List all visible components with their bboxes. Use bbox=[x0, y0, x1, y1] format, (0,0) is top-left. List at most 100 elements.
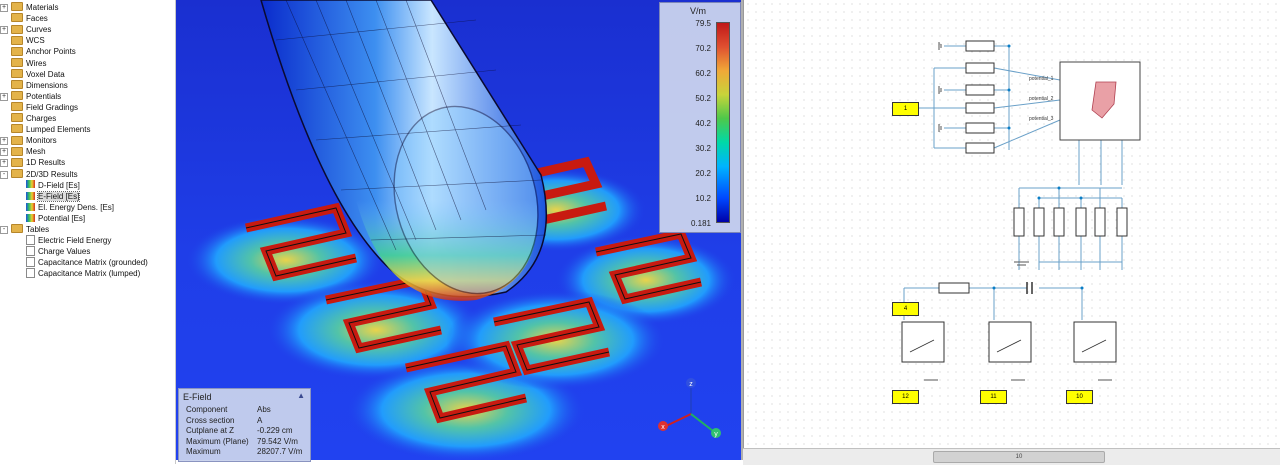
folder-icon bbox=[11, 35, 23, 45]
legend-tick-label: 40.2 bbox=[695, 119, 711, 128]
folder-icon bbox=[11, 135, 23, 145]
result-icon bbox=[26, 213, 35, 222]
schematic-canvas[interactable]: 1 4 12 11 10 potential_1 potential_2 pot… bbox=[743, 0, 1280, 452]
tree-item-label: 2D/3D Results bbox=[26, 169, 78, 179]
tree-item-label: Field Gradings bbox=[26, 102, 79, 112]
tree-item-label: Voxel Data bbox=[26, 69, 65, 79]
color-legend: V/m 79.5 70.2 60.2 50.2 40.2 30.2 20.2 10.2 0.18… bbox=[659, 2, 741, 233]
info-key: Maximum bbox=[186, 447, 221, 456]
port-label: potential_1 bbox=[1029, 76, 1054, 82]
info-value: Abs bbox=[257, 405, 271, 414]
legend-tick-label: 10.2 bbox=[695, 194, 711, 203]
tree-item-label: Wires bbox=[26, 58, 47, 68]
tree-item-label: Potentials bbox=[26, 91, 62, 101]
result-icon bbox=[26, 180, 35, 189]
result-icon bbox=[26, 202, 35, 211]
info-key: Maximum (Plane) bbox=[186, 436, 249, 446]
folder-icon bbox=[11, 13, 23, 23]
folder-icon bbox=[11, 102, 23, 112]
result-icon bbox=[26, 191, 35, 200]
table-icon bbox=[26, 234, 35, 245]
field-info-panel: E-Field ▲ Component Abs Cross section A Cutp… bbox=[178, 388, 311, 462]
tree-item-label: Charge Values bbox=[38, 247, 91, 257]
folder-icon bbox=[11, 146, 23, 156]
legend-tick-label: 79.5 bbox=[695, 19, 711, 28]
x-axis-label: x bbox=[661, 424, 665, 431]
schematic-block-label[interactable]: 4 bbox=[892, 302, 919, 316]
color-scale-bar bbox=[716, 22, 730, 223]
horizontal-scrollbar[interactable]: 10 bbox=[743, 448, 1280, 465]
tree-item-label: Capacitance Matrix (lumped) bbox=[38, 269, 141, 279]
folder-icon bbox=[11, 91, 23, 101]
folder-icon bbox=[11, 80, 23, 90]
expander-icon[interactable]: - bbox=[0, 170, 8, 179]
circuit-diagram bbox=[901, 40, 1141, 381]
tree-item-label: E-Field [Es] bbox=[36, 190, 81, 202]
port-label: potential_2 bbox=[1029, 96, 1054, 102]
expander-icon[interactable]: - bbox=[0, 226, 8, 234]
tree-item-label: Curves bbox=[26, 25, 52, 35]
tree-item-label: Faces bbox=[26, 14, 48, 24]
expander-icon[interactable]: + bbox=[0, 92, 8, 101]
info-key: Component bbox=[186, 405, 228, 414]
schematic-block-label[interactable]: 1 bbox=[892, 102, 919, 116]
axes-gizmo[interactable]: z x y bbox=[656, 376, 726, 438]
tree-item-label: Dimensions bbox=[26, 80, 68, 90]
expander-icon[interactable]: + bbox=[0, 137, 8, 146]
info-key: Cross section bbox=[186, 415, 235, 425]
tree-item-label: WCS bbox=[26, 36, 45, 46]
navigation-tree: + Materials Faces + Curves WCS Anchor Points Wi… bbox=[0, 0, 176, 464]
info-key: Cutplane at Z bbox=[186, 426, 235, 435]
legend-tick-label: 0.181 bbox=[690, 219, 711, 228]
folder-icon bbox=[11, 68, 23, 78]
table-icon bbox=[26, 246, 35, 257]
tree-item-label: D-Field [Es] bbox=[38, 180, 80, 190]
info-value: A bbox=[257, 415, 263, 425]
schematic-block-label[interactable]: 11 bbox=[980, 390, 1007, 404]
info-title: E-Field bbox=[183, 392, 212, 402]
tree-item-label: Tables bbox=[26, 225, 50, 234]
table-icon bbox=[26, 268, 35, 279]
folder-icon bbox=[11, 113, 23, 123]
tree-item-label: Materials bbox=[26, 3, 59, 12]
folder-icon bbox=[11, 24, 23, 34]
tree-item-label: Monitors bbox=[26, 136, 57, 146]
folder-icon bbox=[11, 224, 23, 234]
legend-unit: V/m bbox=[690, 6, 707, 16]
folder-icon bbox=[11, 2, 23, 12]
folder-icon bbox=[11, 57, 23, 67]
expander-icon[interactable]: + bbox=[0, 159, 8, 168]
schematic-block-label[interactable]: 10 bbox=[1066, 390, 1093, 404]
legend-tick-label: 60.2 bbox=[695, 69, 711, 78]
legend-tick-label: 70.2 bbox=[695, 44, 711, 53]
tree-item-label: Electric Field Energy bbox=[38, 236, 112, 246]
y-axis-label: y bbox=[714, 431, 718, 438]
legend-tick-label: 50.2 bbox=[695, 94, 711, 103]
folder-icon bbox=[11, 124, 23, 134]
info-value: -0.229 cm bbox=[257, 426, 293, 435]
z-axis-label: z bbox=[689, 381, 693, 388]
scrollbar-thumb[interactable]: 10 bbox=[933, 451, 1105, 463]
tree-item-label: Charges bbox=[26, 114, 57, 123]
collapse-icon[interactable]: ▲ bbox=[297, 391, 305, 400]
tree-item-label: 1D Results bbox=[26, 158, 66, 168]
info-value: 79.542 V/m bbox=[257, 436, 298, 446]
tree-item-label: Lumped Elements bbox=[26, 125, 91, 135]
expander-icon[interactable]: + bbox=[0, 26, 8, 35]
table-icon bbox=[26, 257, 35, 268]
tree-item-label: Capacitance Matrix (grounded) bbox=[38, 258, 148, 268]
info-value: 28207.7 V/m bbox=[257, 447, 303, 456]
folder-icon bbox=[11, 46, 23, 56]
tree-item-label: El. Energy Dens. [Es] bbox=[38, 202, 115, 212]
legend-tick-label: 20.2 bbox=[695, 169, 711, 178]
folder-icon bbox=[11, 157, 23, 167]
folder-icon bbox=[11, 168, 23, 178]
tree-item-label: Mesh bbox=[26, 147, 46, 157]
tree-item-label: Potential [Es] bbox=[38, 213, 86, 223]
tree-item-label: Anchor Points bbox=[26, 47, 76, 57]
schematic-block-label[interactable]: 12 bbox=[892, 390, 919, 404]
expander-icon[interactable]: + bbox=[0, 4, 8, 12]
expander-icon[interactable]: + bbox=[0, 148, 8, 157]
port-label: potential_3 bbox=[1029, 116, 1054, 122]
legend-tick-label: 30.2 bbox=[695, 144, 711, 153]
